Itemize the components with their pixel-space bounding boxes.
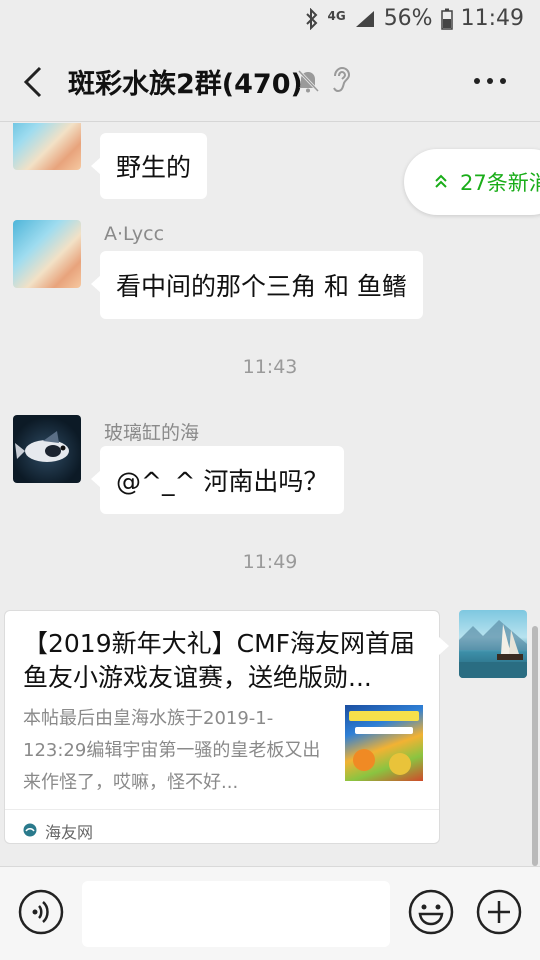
source-name: 海友网 (45, 823, 94, 842)
divider (5, 809, 439, 810)
new-messages-label: 27条新消 (460, 171, 540, 195)
chat-message-list[interactable]: 野生的 27条新消 A·Lycc 看中间的那个三角 和 鱼鳍 11:43 玻璃缸… (0, 123, 540, 866)
avatar[interactable] (13, 123, 81, 170)
mute-bell-icon (296, 68, 320, 98)
bluetooth-icon (305, 7, 319, 30)
message-bubble[interactable]: @^_^ 河南出吗？ (90, 446, 345, 514)
new-messages-button[interactable]: 27条新消 (404, 149, 540, 215)
battery-percent: 56% (383, 6, 433, 31)
link-card-source: 海友网 (23, 819, 93, 843)
plus-icon[interactable] (476, 889, 522, 939)
more-options-icon[interactable] (474, 78, 506, 84)
link-card-description: 本帖最后由皇海水族于2019-1-123:29编辑宇宙第一骚的皇老板又出来作怪了… (23, 708, 321, 793)
message-bubble[interactable]: 野生的 (90, 133, 208, 199)
fish-image (15, 431, 69, 462)
chat-title: 斑彩水族2群(470) (68, 69, 303, 100)
back-arrow-icon[interactable] (20, 64, 46, 100)
status-time: 11:49 (460, 6, 524, 31)
avatar[interactable] (13, 415, 81, 483)
scrollbar[interactable] (532, 626, 538, 866)
emoji-icon[interactable] (408, 889, 454, 939)
status-icons: 4G 56% 11:49 (305, 6, 524, 31)
signal-icon (354, 9, 376, 29)
input-bar (0, 866, 540, 960)
chat-header: 斑彩水族2群(470) (0, 42, 540, 122)
sender-name: A·Lycc (104, 223, 165, 245)
message-bubble[interactable]: 看中间的那个三角 和 鱼鳍 (91, 251, 423, 319)
earpiece-mode-icon (330, 66, 352, 98)
message-timestamp: 11:49 (242, 551, 298, 573)
sender-name: 玻璃缸的海 (104, 422, 200, 444)
message-text: 看中间的那个三角 和 鱼鳍 (116, 272, 407, 301)
message-input[interactable] (82, 881, 390, 947)
source-logo-icon (23, 822, 37, 841)
double-chevron-up-icon (434, 170, 448, 194)
message-text: 野生的 (116, 153, 192, 182)
voice-input-icon[interactable] (18, 889, 64, 939)
link-card[interactable]: 【2019新年大礼】CMF海友网首届鱼友小游戏友谊赛，送绝版勋... 本帖最后由… (4, 610, 449, 844)
avatar[interactable] (13, 220, 81, 288)
battery-icon (440, 8, 453, 30)
status-bar: 4G 56% 11:49 (0, 0, 540, 42)
message-timestamp: 11:43 (242, 356, 298, 378)
ship-image (459, 620, 527, 678)
my-avatar[interactable] (459, 610, 527, 678)
message-text: @^_^ 河南出吗？ (116, 467, 329, 496)
network-type: 4G (327, 8, 346, 23)
link-card-title: 【2019新年大礼】CMF海友网首届鱼友小游戏友谊赛，送绝版勋... (23, 629, 416, 692)
link-card-thumbnail (345, 705, 423, 781)
